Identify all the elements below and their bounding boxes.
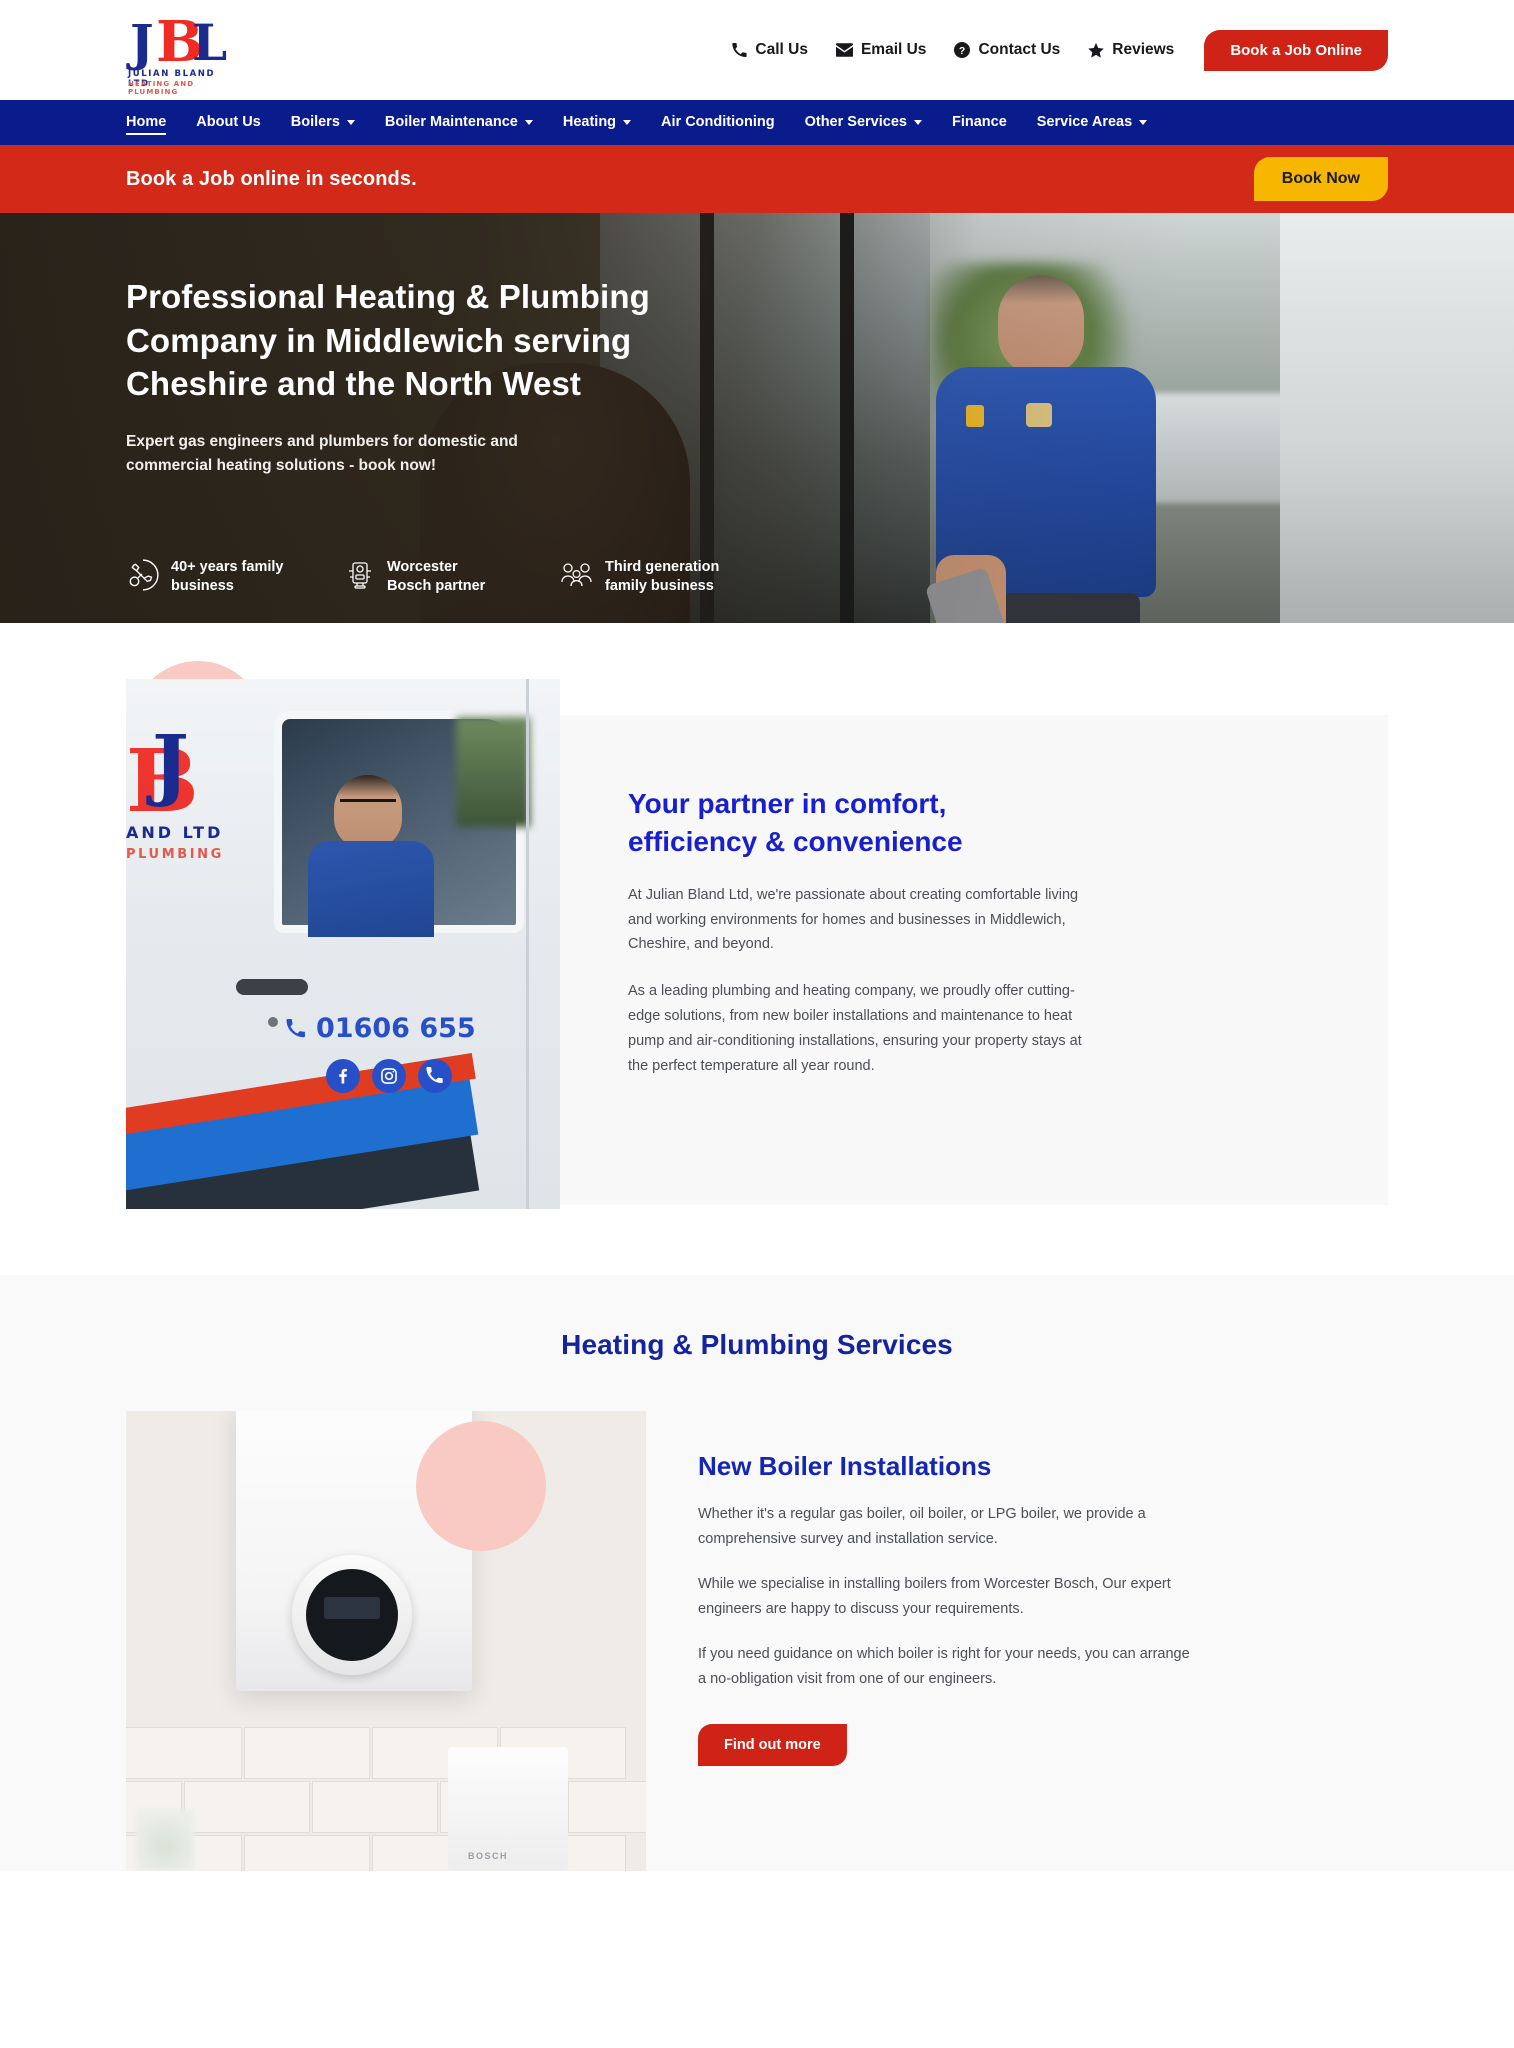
service-paragraph: While we specialise in installing boiler… [698,1575,1171,1617]
top-link-label: Email Us [860,41,927,58]
pink-circle-decoration [416,1421,546,1551]
book-a-job-online-button[interactable]: Book a Job Online [1204,29,1388,71]
site-logo[interactable]: J B L JULIAN BLAND LTD HEATING AND PLUMB… [126,12,238,96]
top-utility-nav: Call Us Email Us ? Contact Us Reviews Bo… [732,29,1388,71]
phone-icon [286,1018,305,1037]
hero-badge-label: Worcester Bosch partner [387,559,486,595]
hero-badge-years: 40+ years family business [126,558,286,597]
main-navigation: Home About Us Boilers Boiler Maintenance… [0,100,1514,145]
star-icon [1088,42,1105,58]
about-partner-paragraph: As a leading plumbing and heating compan… [628,983,1082,1075]
nav-item-label: Service Areas [1036,113,1133,130]
about-partner-heading: Your partner in comfort, efficiency & co… [628,788,963,857]
hero-badge-generation: Third generation family business [560,558,720,597]
nav-item-label: Heating [562,113,617,130]
hero-badge-label: 40+ years family business [171,559,284,595]
book-now-button[interactable]: Book Now [1253,157,1388,201]
chevron-down-icon [524,120,533,125]
nav-item-boilers[interactable]: Boilers [291,114,355,132]
van-social-icons [326,1059,452,1093]
chevron-down-icon [1139,120,1148,125]
boiler-icon [344,559,376,596]
van-phone-text: 01606 655 [316,1013,476,1044]
top-link-label: Reviews [1112,41,1175,58]
nav-item-label: Finance [951,113,1007,130]
logo-letters: J B L [126,12,238,72]
nav-item-label: Boilers [290,113,340,130]
nav-item-label: Air Conditioning [661,113,775,130]
hero-title: Professional Heating & Plumbing Company … [126,278,650,403]
family-group-icon [560,560,594,595]
nav-item-label: Other Services [804,113,907,130]
service-paragraph: Whether it's a regular gas boiler, oil b… [698,1506,1146,1547]
logo-tagline: HEATING AND PLUMBING [128,80,195,96]
nav-item-boiler-maintenance[interactable]: Boiler Maintenance [385,114,533,132]
nav-item-heating[interactable]: Heating [562,113,632,132]
phone-icon [418,1059,452,1093]
about-partner-text-panel: Your partner in comfort, efficiency & co… [560,715,1388,1205]
instagram-icon [372,1059,406,1093]
nav-item-about-us[interactable]: About Us [196,114,260,132]
chevron-down-icon [623,120,632,125]
top-link-label: Contact Us [978,41,1061,58]
top-link-email-us[interactable]: Email Us [835,41,927,59]
nav-item-home[interactable]: Home [126,113,167,135]
find-out-more-button[interactable]: Find out more [698,1723,847,1766]
nav-item-label: About Us [196,113,261,130]
svg-text:?: ? [959,46,965,57]
top-link-contact-us[interactable]: ? Contact Us [954,41,1060,59]
phone-icon [732,42,747,58]
envelope-icon [835,43,853,57]
top-link-reviews[interactable]: Reviews [1088,41,1174,59]
chevron-down-icon [346,120,355,125]
nav-item-other-services[interactable]: Other Services [805,114,922,132]
company-van-image: B J AND LTD PLUMBING 01606 655 [126,679,560,1209]
van-logo-line2: PLUMBING [126,847,224,862]
top-link-label: Call Us [755,41,808,58]
service-title: New Boiler Installations [698,1451,992,1481]
top-link-call-us[interactable]: Call Us [732,41,808,59]
service-paragraph: If you need guidance on which boiler is … [698,1645,1190,1687]
facebook-icon [326,1059,360,1093]
service-image-boiler: BOSCH [126,1411,646,1871]
site-header: J B L JULIAN BLAND LTD HEATING AND PLUMB… [0,0,1514,100]
hero-badge-label: Third generation family business [605,559,720,595]
service-item-new-boiler-installations: BOSCH New Boiler Installations Whether i… [126,1411,1388,1871]
van-logo-line1: AND LTD [126,823,224,842]
cta-strip-text: Book a Job online in seconds. [126,167,417,190]
boiler-brand-caption: BOSCH [468,1851,509,1861]
nav-item-finance[interactable]: Finance [952,114,1007,132]
handshake-tools-icon [126,558,160,597]
nav-item-air-conditioning[interactable]: Air Conditioning [661,114,775,132]
van-phone-number-graphic: 01606 655 [286,1013,476,1044]
hero-trust-badges: 40+ years family business Worcester Bosc… [126,558,1388,597]
about-partner-section: B J AND LTD PLUMBING 01606 655 Your part… [0,623,1514,1275]
services-heading: Heating & Plumbing Services [561,1329,953,1360]
hero-badge-bosch: Worcester Bosch partner [344,558,502,597]
nav-item-service-areas[interactable]: Service Areas [1036,113,1148,132]
page-root: J B L JULIAN BLAND LTD HEATING AND PLUMB… [0,0,1514,1871]
about-partner-paragraph: At Julian Bland Ltd, we're passionate ab… [628,886,1079,953]
services-section: Heating & Plumbing Services BOSCH New Bo… [0,1275,1514,1871]
hero-subtitle: Expert gas engineers and plumbers for do… [126,432,518,474]
logo-letter-l: L [192,13,228,72]
service-text-panel: New Boiler Installations Whether it's a … [646,1411,1388,1871]
booking-cta-strip: Book a Job online in seconds. Book Now [0,145,1514,213]
van-logo-letter-j: J [152,719,189,810]
chevron-down-icon [913,120,922,125]
question-circle-icon: ? [954,42,971,58]
nav-item-label: Home [126,113,167,130]
logo-letter-j: J [130,13,154,72]
hero-section: Professional Heating & Plumbing Company … [0,213,1514,623]
nav-item-label: Boiler Maintenance [384,113,518,130]
